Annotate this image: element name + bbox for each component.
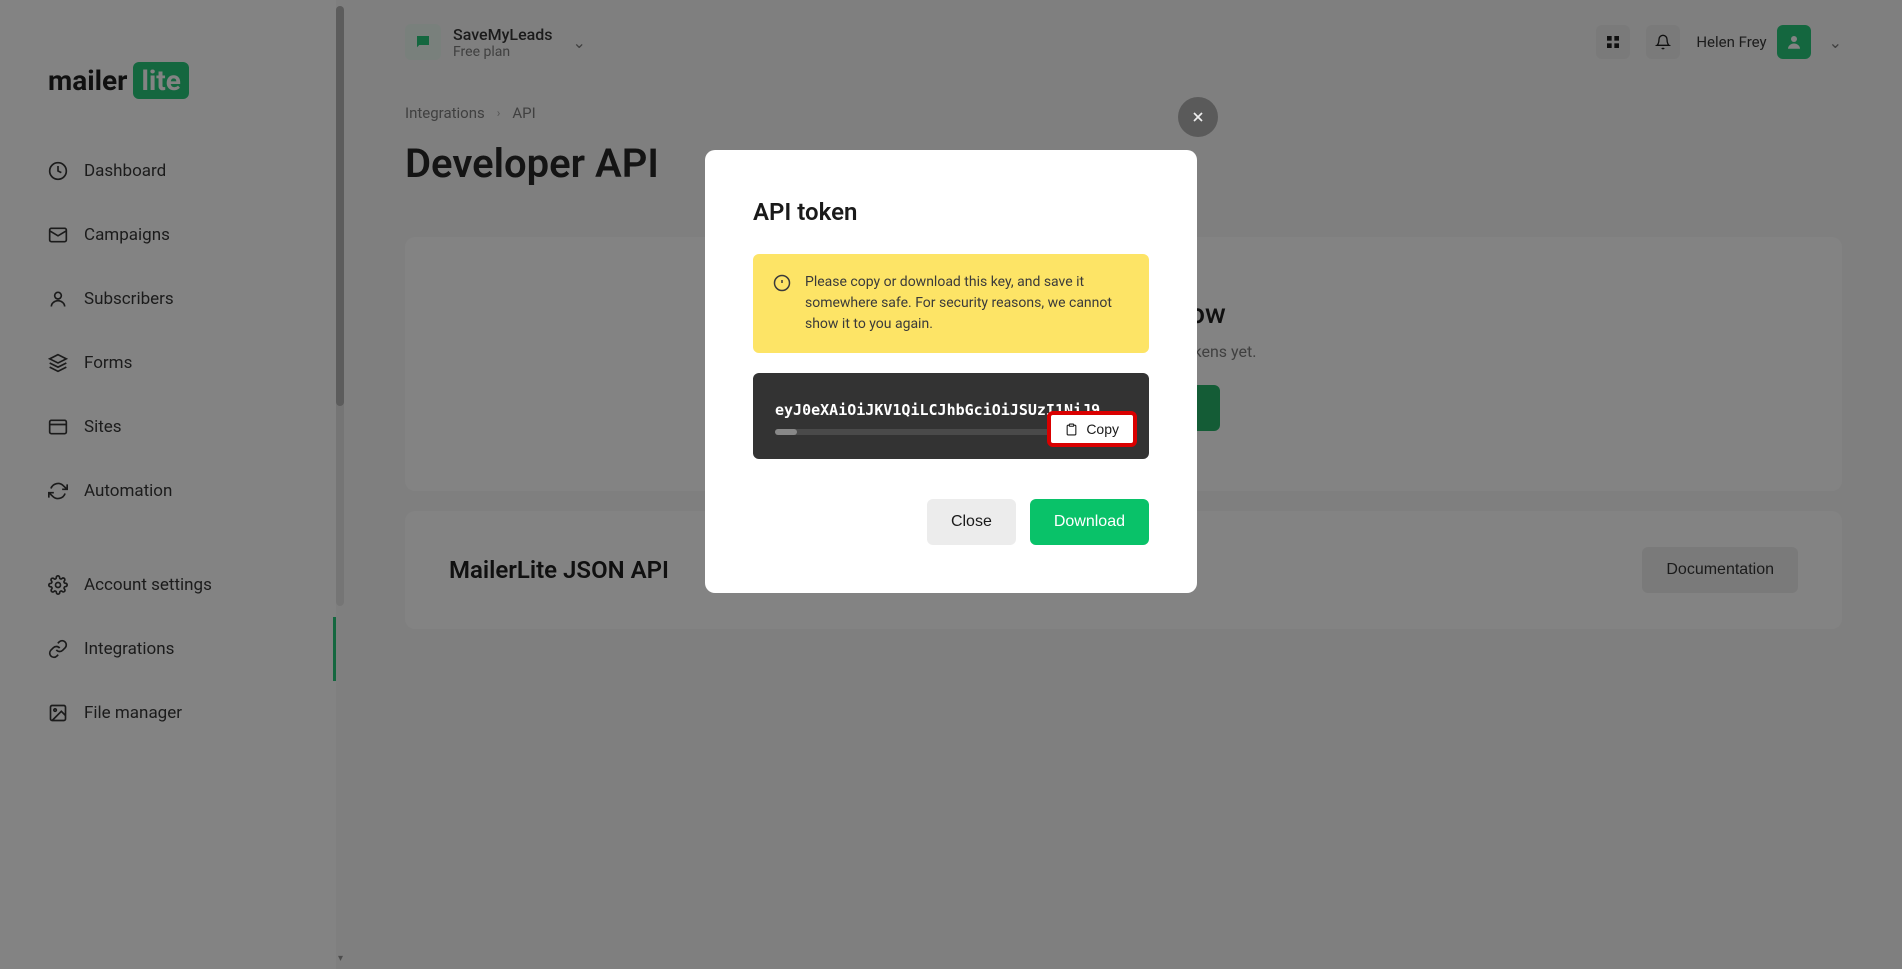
token-display: eyJ0eXAiOiJKV1QiLCJhbGciOiJSUzI1NiJ9 Cop… xyxy=(753,373,1149,459)
warning-text: Please copy or download this key, and sa… xyxy=(805,272,1129,335)
api-token-modal: API token Please copy or download this k… xyxy=(705,150,1197,593)
modal-close-button[interactable] xyxy=(1178,97,1218,137)
copy-button[interactable]: Copy xyxy=(1047,411,1137,447)
alert-icon xyxy=(773,274,791,292)
clipboard-icon xyxy=(1065,423,1078,436)
close-icon xyxy=(1190,109,1206,125)
download-button[interactable]: Download xyxy=(1030,499,1149,545)
warning-banner: Please copy or download this key, and sa… xyxy=(753,254,1149,353)
modal-actions: Close Download xyxy=(753,499,1149,545)
copy-label: Copy xyxy=(1086,421,1119,437)
close-button[interactable]: Close xyxy=(927,499,1016,545)
modal-title: API token xyxy=(753,198,1149,226)
